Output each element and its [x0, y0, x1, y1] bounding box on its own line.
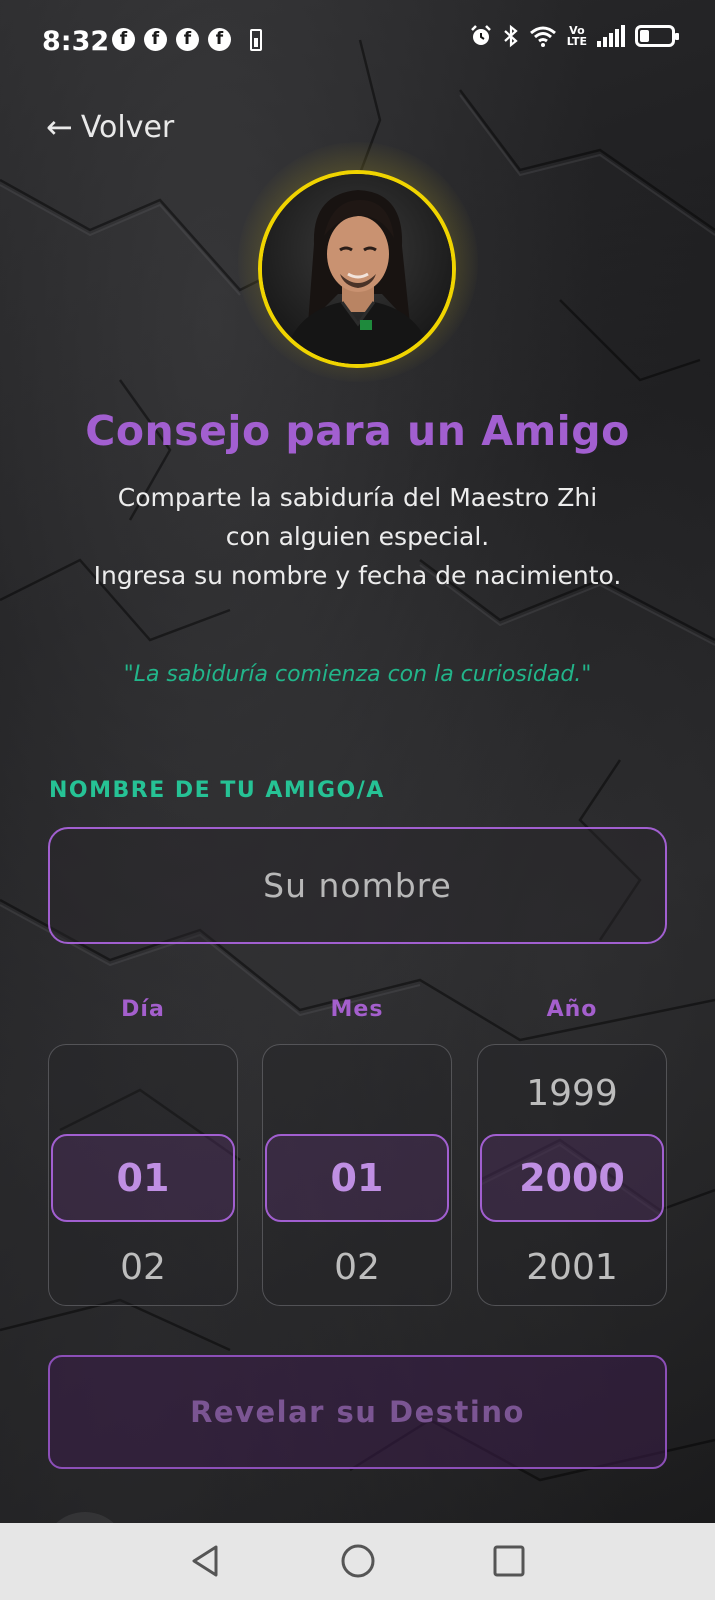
bluetooth-icon — [504, 24, 518, 48]
notification-icons: f f f f — [112, 28, 231, 51]
alarm-icon — [470, 25, 491, 45]
month-option-next[interactable]: 02 — [263, 1247, 451, 1288]
wisdom-quote: "La sabiduría comienza con la curiosidad… — [123, 662, 592, 687]
subtitle-line: Comparte la sabiduría del Maestro Zhi — [117, 483, 598, 512]
battery-saver-icon — [250, 29, 262, 51]
page-subtitle: Comparte la sabiduría del Maestro Zhi co… — [0, 478, 715, 595]
facebook-icon: f — [176, 28, 199, 51]
master-zhi-avatar — [258, 170, 456, 368]
app-screen: 8:32 f f f f Vo LTE ← Volver Consejo par… — [0, 0, 715, 1600]
subtitle-line: Ingresa su nombre y fecha de nacimiento. — [93, 561, 622, 590]
day-selected[interactable]: 01 — [51, 1134, 235, 1222]
year-option-prev[interactable]: 1999 — [478, 1073, 666, 1114]
month-label: Mes — [330, 997, 384, 1022]
signal-icon — [597, 25, 625, 47]
year-option-next[interactable]: 2001 — [478, 1247, 666, 1288]
battery-icon — [635, 25, 679, 47]
year-picker[interactable]: 1999 2000 2001 — [477, 1044, 667, 1306]
status-bar: 8:32 f f f f Vo LTE — [0, 0, 715, 84]
year-label: Año — [546, 997, 598, 1022]
month-selected[interactable]: 01 — [265, 1134, 449, 1222]
volte-icon: Vo LTE — [566, 24, 587, 48]
day-picker[interactable]: 01 02 — [48, 1044, 238, 1306]
facebook-icon: f — [112, 28, 135, 51]
back-label: Volver — [80, 109, 175, 145]
status-time: 8:32 — [42, 26, 110, 57]
day-label: Día — [121, 997, 165, 1022]
system-status-icons: Vo LTE — [469, 24, 679, 48]
friend-name-label: NOMBRE DE TU AMIGO/A — [49, 778, 385, 803]
page-title: Consejo para un Amigo — [85, 407, 630, 455]
friend-name-input[interactable] — [48, 827, 667, 944]
nav-back-icon[interactable] — [186, 1541, 226, 1581]
wifi-icon — [529, 26, 556, 47]
back-arrow-icon: ← — [46, 108, 73, 146]
nav-recents-icon[interactable] — [489, 1541, 529, 1581]
subtitle-line: con alguien especial. — [225, 522, 490, 551]
day-option-next[interactable]: 02 — [49, 1247, 237, 1288]
year-selected[interactable]: 2000 — [480, 1134, 664, 1222]
reveal-destiny-button[interactable]: Revelar su Destino — [48, 1355, 667, 1469]
month-picker[interactable]: 01 02 — [262, 1044, 452, 1306]
facebook-icon: f — [144, 28, 167, 51]
nav-home-icon[interactable] — [338, 1541, 378, 1581]
back-button[interactable]: ← Volver — [46, 108, 174, 146]
facebook-icon: f — [208, 28, 231, 51]
system-nav-bar — [0, 1523, 715, 1600]
